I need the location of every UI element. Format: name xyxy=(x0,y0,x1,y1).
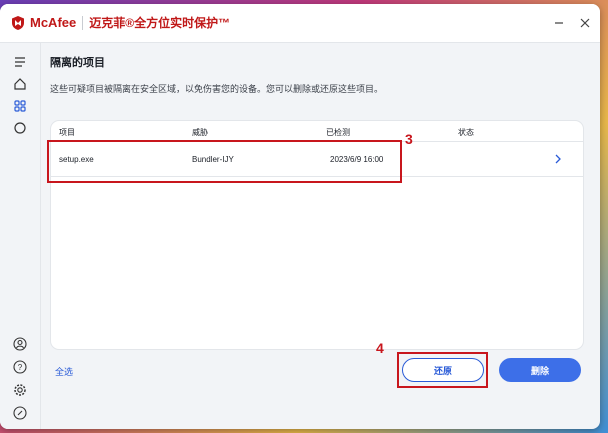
home-icon[interactable] xyxy=(11,75,29,93)
annotation-number-3: 3 xyxy=(405,131,413,147)
mcafee-shield-icon xyxy=(12,15,24,30)
page-description: 这些可疑项目被隔离在安全区域，以免伤害您的设备。您可以删除或还原这些项目。 xyxy=(50,84,384,94)
app-window: McAfee 迈克菲®全方位实时保护™ ? 隔离的项目 这些可疑项目被隔离在安全… xyxy=(0,4,600,429)
column-header-status: 状态 xyxy=(458,128,474,137)
minimize-icon[interactable] xyxy=(548,12,570,34)
help-icon[interactable]: ? xyxy=(11,358,29,376)
main-content: 隔离的项目 这些可疑项目被隔离在安全区域，以免伤害您的设备。您可以删除或还原这些… xyxy=(41,43,600,429)
table-header: 项目 威胁 已检测 状态 xyxy=(51,121,583,142)
close-icon[interactable] xyxy=(574,12,596,34)
settings-icon[interactable] xyxy=(11,381,29,399)
annotation-number-4: 4 xyxy=(376,340,384,356)
title-bar: McAfee 迈克菲®全方位实时保护™ xyxy=(0,4,600,43)
svg-text:?: ? xyxy=(18,363,23,372)
product-name: 迈克菲®全方位实时保护™ xyxy=(89,16,231,30)
select-all-link[interactable]: 全选 xyxy=(55,365,73,378)
column-header-detected: 已检测 xyxy=(326,128,350,137)
feedback-icon[interactable] xyxy=(11,404,29,422)
account-icon[interactable] xyxy=(11,335,29,353)
delete-button[interactable]: 删除 xyxy=(499,358,581,382)
brand-name: McAfee xyxy=(30,15,77,30)
brand: McAfee 迈克菲®全方位实时保护™ xyxy=(10,14,230,31)
column-header-item: 项目 xyxy=(59,128,75,137)
menu-icon[interactable] xyxy=(11,53,29,71)
annotation-box-row xyxy=(47,140,402,183)
annotation-box-restore xyxy=(397,352,488,388)
page-title: 隔离的项目 xyxy=(50,57,105,69)
chevron-right-icon[interactable] xyxy=(553,153,563,165)
brand-divider xyxy=(82,15,84,30)
column-header-threat: 威胁 xyxy=(192,128,208,137)
sidebar: ? xyxy=(0,43,41,429)
circle-scan-icon[interactable] xyxy=(11,119,29,137)
apps-grid-icon[interactable] xyxy=(11,97,29,115)
